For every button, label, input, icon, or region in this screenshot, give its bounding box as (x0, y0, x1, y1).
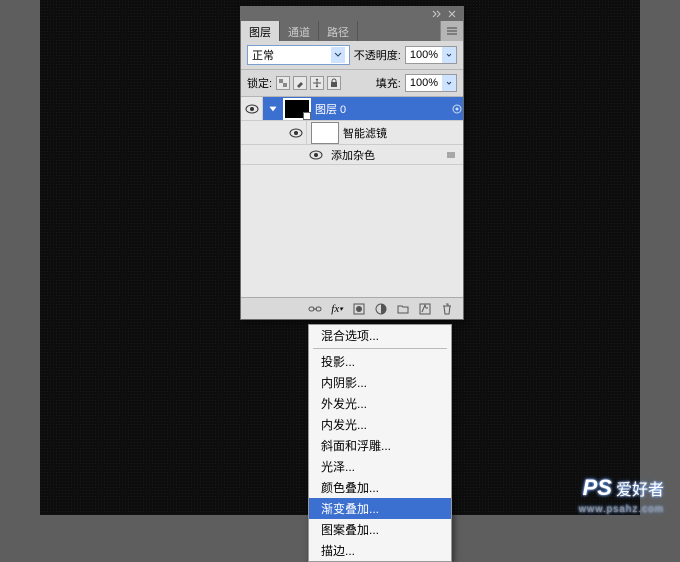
layer-row-addnoise[interactable]: 添加杂色 (241, 145, 463, 165)
filter-name: 添加杂色 (331, 147, 375, 163)
tab-layers[interactable]: 图层 (241, 21, 280, 41)
watermark-ps: PS (583, 475, 612, 501)
layer-row-main[interactable]: 图层 0 (241, 97, 463, 121)
layer-thumbnail (283, 98, 311, 120)
group-icon[interactable] (395, 301, 411, 317)
menu-outer-glow[interactable]: 外发光... (309, 393, 451, 414)
menu-color-overlay[interactable]: 颜色叠加... (309, 477, 451, 498)
lock-paint-icon[interactable] (293, 76, 307, 90)
fill-value: 100% (406, 77, 442, 89)
menu-pattern-overlay[interactable]: 图案叠加... (309, 519, 451, 540)
fill-field[interactable]: 100% (405, 74, 457, 92)
menu-satin[interactable]: 光泽... (309, 456, 451, 477)
new-layer-icon[interactable] (417, 301, 433, 317)
layer-name: 图层 0 (315, 101, 346, 117)
visibility-icon[interactable] (285, 121, 307, 144)
visibility-icon[interactable] (241, 97, 263, 120)
panel-menu-icon[interactable] (440, 21, 463, 41)
mask-icon[interactable] (351, 301, 367, 317)
filter-mask-thumbnail (311, 122, 339, 144)
blend-mode-select[interactable]: 正常 (247, 45, 350, 65)
visibility-icon[interactable] (305, 145, 327, 164)
menu-blending-options[interactable]: 混合选项... (309, 325, 451, 346)
layer-row-smartfilters[interactable]: 智能滤镜 (241, 121, 463, 145)
smartfilters-label: 智能滤镜 (343, 125, 387, 141)
menu-inner-glow[interactable]: 内发光... (309, 414, 451, 435)
layers-panel: 图层 通道 路径 正常 不透明度: 100% 锁定: 填充: 100% (240, 6, 464, 320)
watermark-url: www.psahz.com (579, 504, 664, 515)
menu-bevel[interactable]: 斜面和浮雕... (309, 435, 451, 456)
opacity-label: 不透明度: (354, 47, 401, 63)
close-icon[interactable] (447, 9, 457, 19)
opacity-field[interactable]: 100% (405, 46, 457, 64)
watermark-cn: 爱好者 (616, 476, 664, 500)
layers-bottom-toolbar: fx▾ (241, 297, 463, 319)
filter-settings-icon[interactable] (445, 149, 457, 161)
panel-tabs: 图层 通道 路径 (241, 21, 463, 41)
smart-object-icon (451, 103, 463, 115)
lock-label: 锁定: (247, 75, 272, 91)
chevron-down-icon (331, 47, 345, 63)
tab-channels[interactable]: 通道 (280, 21, 319, 41)
layer-list: 图层 0 智能滤镜 添加杂色 (241, 97, 463, 297)
fx-icon[interactable]: fx▾ (329, 301, 345, 317)
fill-arrow-icon (442, 75, 456, 91)
watermark: PS 爱好者 www.psahz.com (583, 475, 664, 501)
fill-label: 填充: (376, 75, 401, 91)
blend-row: 正常 不透明度: 100% (241, 41, 463, 70)
blend-mode-value: 正常 (252, 47, 274, 63)
trash-icon[interactable] (439, 301, 455, 317)
lock-transparent-icon[interactable] (276, 76, 290, 90)
lock-all-icon[interactable] (327, 76, 341, 90)
collapse-icon[interactable] (431, 9, 441, 19)
lock-move-icon[interactable] (310, 76, 324, 90)
link-icon[interactable] (307, 301, 323, 317)
lock-icons (276, 76, 341, 90)
opacity-value: 100% (406, 49, 442, 61)
menu-drop-shadow[interactable]: 投影... (309, 351, 451, 372)
opacity-arrow-icon (442, 47, 456, 63)
menu-inner-shadow[interactable]: 内阴影... (309, 372, 451, 393)
tab-paths[interactable]: 路径 (319, 21, 358, 41)
panel-topbar (241, 7, 463, 21)
lock-row: 锁定: 填充: 100% (241, 70, 463, 97)
layer-style-menu: 混合选项... 投影... 内阴影... 外发光... 内发光... 斜面和浮雕… (308, 324, 452, 562)
menu-gradient-overlay[interactable]: 渐变叠加... (309, 498, 451, 519)
adjustment-icon[interactable] (373, 301, 389, 317)
menu-stroke[interactable]: 描边... (309, 540, 451, 561)
disclosure-icon[interactable] (267, 103, 279, 115)
